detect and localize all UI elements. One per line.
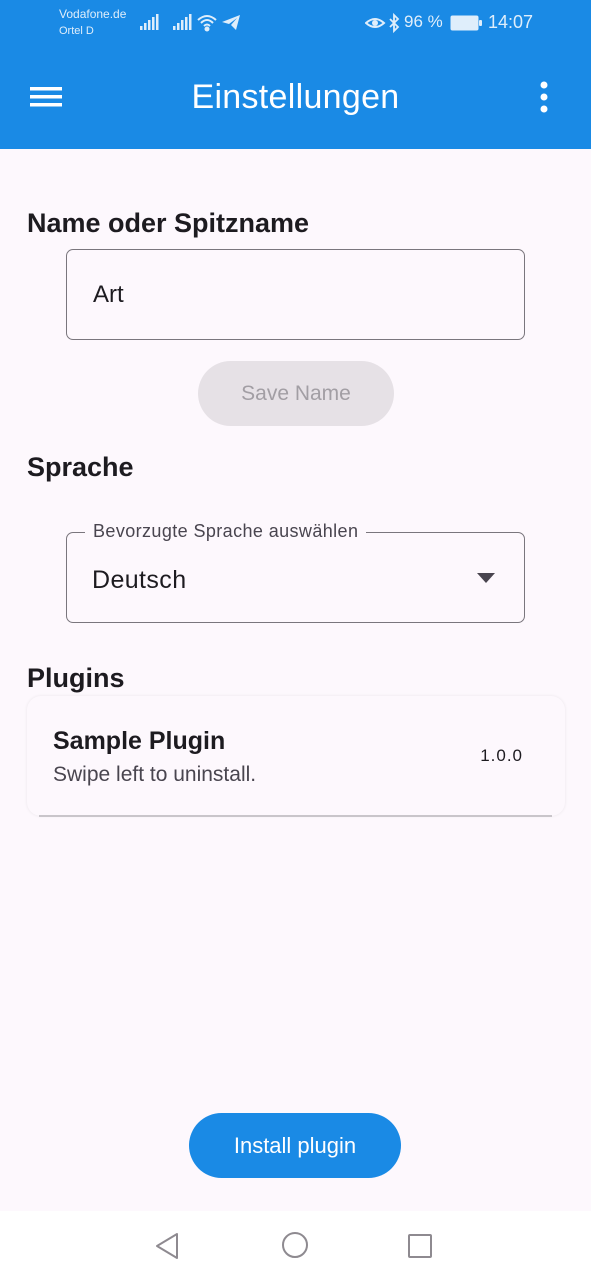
- wifi-icon: [197, 15, 217, 32]
- save-name-button[interactable]: Save Name: [198, 361, 394, 426]
- navigation-bar: [0, 1211, 591, 1280]
- language-field-label: Bevorzugte Sprache auswählen: [85, 521, 367, 542]
- clock: 14:07: [488, 12, 534, 32]
- overflow-menu-button[interactable]: [524, 72, 564, 122]
- status-icons-left: [140, 14, 240, 32]
- carrier-secondary: Ortel D: [59, 25, 94, 37]
- home-icon[interactable]: [280, 1230, 310, 1260]
- language-section-heading: Sprache: [27, 452, 134, 482]
- signal-icon: [140, 14, 159, 30]
- telegram-icon: [222, 15, 240, 30]
- battery-percent: 96 %: [404, 12, 443, 31]
- plugin-description: Swipe left to uninstall.: [53, 763, 257, 786]
- plugin-name: Sample Plugin: [53, 727, 226, 755]
- signal-icon: [173, 14, 192, 30]
- more-vert-icon: [540, 81, 548, 113]
- carrier-name: Vodafone.de: [59, 7, 127, 21]
- status-icons-right: [365, 12, 400, 34]
- language-dropdown[interactable]: Bevorzugte Sprache auswählen Deutsch: [66, 521, 525, 623]
- name-input[interactable]: [67, 250, 524, 339]
- page-title: Einstellungen: [191, 78, 400, 116]
- back-icon[interactable]: [153, 1231, 183, 1261]
- plugin-version: 1.0.0: [480, 746, 523, 765]
- app-bar: Einstellungen: [0, 44, 591, 149]
- name-field[interactable]: [66, 249, 525, 340]
- plugins-section-heading: Plugins: [27, 663, 125, 693]
- install-plugin-button[interactable]: Install plugin: [189, 1113, 401, 1178]
- top-bar: Vodafone.de Ortel D 96 % 14:07 Einstellu…: [0, 0, 591, 149]
- dropdown-arrow-icon: [477, 573, 495, 583]
- recents-icon[interactable]: [406, 1232, 434, 1260]
- battery-icon: [450, 15, 482, 31]
- plugin-list-item[interactable]: Sample Plugin Swipe left to uninstall. 1…: [27, 696, 565, 816]
- language-selected-value: Deutsch: [92, 566, 187, 594]
- status-bar: Vodafone.de Ortel D 96 % 14:07: [0, 0, 591, 44]
- name-section-heading: Name oder Spitzname: [27, 208, 310, 238]
- eye-icon: [365, 18, 386, 28]
- divider: [39, 815, 552, 817]
- bluetooth-icon: [389, 12, 400, 34]
